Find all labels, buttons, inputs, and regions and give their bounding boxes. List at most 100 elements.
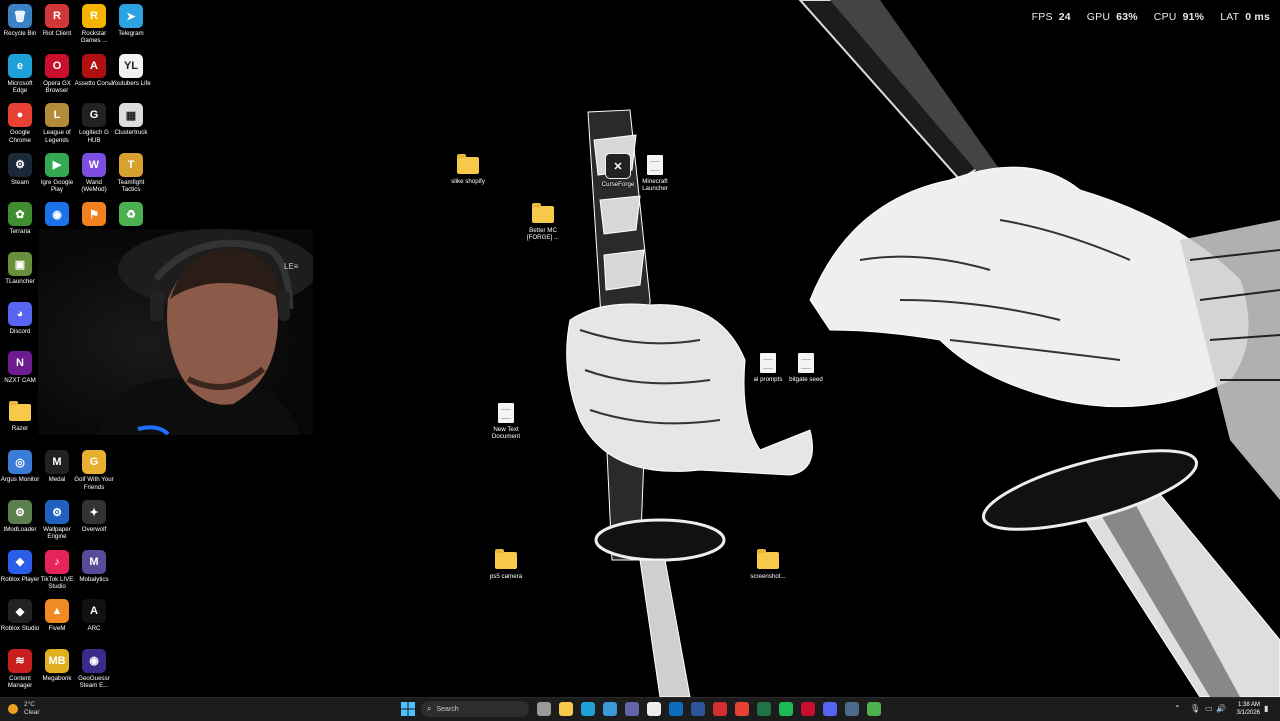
app-icon: ✦ (82, 500, 106, 524)
excel-icon[interactable] (757, 702, 771, 716)
icon-label: Assetto Corsa (74, 79, 114, 87)
steam-icon[interactable] (845, 702, 859, 716)
icon-label: ps5 camera (489, 573, 523, 580)
teams-icon[interactable] (625, 702, 639, 716)
app-icon: ◆ (8, 599, 32, 624)
icon-label: ARC (87, 625, 101, 633)
spotify-icon[interactable] (779, 702, 793, 716)
file-ai-prompts[interactable]: ai prompts (748, 351, 788, 383)
desktop-icon-tiktok-live-studio[interactable]: ♪ TikTok LIVE Studio (37, 549, 77, 591)
desktop-icon-geoguessr-steam-e[interactable]: ◉ GeoGuessr Steam E... (74, 648, 114, 690)
desktop-icon-roblox-player[interactable]: ◆ Roblox Player (0, 549, 40, 583)
icon-label: Microsoft Edge (7, 79, 33, 94)
app-icon: ⚙ (45, 500, 69, 524)
icon-label: Content Manager (7, 674, 33, 690)
folder-icon (495, 549, 517, 569)
microphone-icon[interactable]: 🎙 (1190, 704, 1200, 713)
desktop-icon-mobalytics[interactable]: M Mobalytics (74, 549, 114, 583)
icon-label: slike shopify (451, 178, 485, 185)
desktop-icon-argus-monitor[interactable]: ◎ Argus Monitor (0, 450, 40, 483)
desktop-icon-rockstar-games[interactable]: R Rockstar Games ... (74, 4, 114, 45)
desktop-icon-teamfight-tactics[interactable]: T Teamfight Tactics (111, 152, 151, 194)
acrobat-icon[interactable] (713, 702, 727, 716)
discord-icon[interactable] (823, 702, 837, 716)
store-icon[interactable] (603, 702, 617, 716)
desktop-icon-app-19[interactable]: ♻ (111, 202, 151, 228)
weather-widget[interactable]: 2°C Clear (8, 701, 40, 716)
desktop-icon-content-manager[interactable]: ≋ Content Manager (0, 648, 40, 690)
app-icon: ♪ (45, 549, 69, 574)
folder-screenshot[interactable]: screenshot... (748, 549, 788, 580)
desktop-icon-telegram[interactable]: ➤ Telegram (111, 4, 151, 37)
desktop-icon-megabonk[interactable]: MB Megabonk (37, 648, 77, 682)
desktop-icon-logitech-g-hub[interactable]: G Logitech G HUB (74, 103, 114, 144)
app-icon: G (82, 450, 106, 475)
edge-icon[interactable] (581, 702, 595, 716)
desktop-icon-tmodloader[interactable]: ⚙ tModLoader (0, 500, 40, 533)
desktop-icon-wallpaper-engine[interactable]: ⚙ Wallpaper Engine (37, 500, 77, 541)
desktop-icon-arc[interactable]: A ARC (74, 599, 114, 632)
desktop-icon-overwolf[interactable]: ✦ Overwolf (74, 500, 114, 533)
taskbar-clock[interactable]: 1:38 AM 3/1/2026 (1230, 701, 1260, 717)
desktop-icon-tlauncher[interactable]: ▣ TLauncher (0, 252, 40, 285)
word-icon[interactable] (691, 702, 705, 716)
desktop-icon-google-chrome[interactable]: ● Google Chrome (0, 103, 40, 144)
webcam-overlay: LE≡ (38, 229, 313, 435)
desktop-icon-league-of-legends[interactable]: L League of Legends (37, 103, 77, 144)
chevron-up-icon[interactable]: ⌃ (1174, 704, 1181, 713)
desktop-icon-microsoft-edge[interactable]: e Microsoft Edge (0, 53, 40, 95)
desktop-icon-opera-gx-browser[interactable]: O Opera GX Browser (37, 53, 77, 95)
desktop-icon-golf-with-your-friends[interactable]: G Golf With Your Friends (74, 450, 114, 491)
folder-icon (9, 400, 31, 421)
file-explorer-icon[interactable] (559, 702, 573, 716)
desktop-icon-wand-wemod[interactable]: W Wand (WeMod) (74, 152, 114, 194)
desktop-icon-steam[interactable]: ⚙ Steam (0, 152, 40, 186)
desktop-icon-igre-google-play[interactable]: ▶ Igre Google Play (37, 152, 77, 194)
desktop-icon-app-18[interactable]: ⚑ (74, 202, 114, 228)
desktop-icon-riot-client[interactable]: R Riot Client (37, 4, 77, 37)
app-icon: O (45, 53, 69, 78)
file-new-text-document[interactable]: New Text Document (486, 401, 526, 441)
desktop-icon-app-17[interactable]: ◉ (37, 202, 77, 228)
icon-label: Mobalytics (79, 575, 109, 583)
icon-label: tModLoader (3, 526, 37, 533)
app-icon: ◉ (45, 202, 69, 227)
start-button[interactable] (401, 702, 415, 716)
app-icon: ✿ (8, 202, 32, 227)
desktop-icon-recycle-bin[interactable]: 🗑 Recycle Bin (0, 4, 40, 37)
app-icon: M (45, 450, 69, 475)
taskbar-search[interactable]: ⌕ Search (421, 701, 529, 717)
desktop-icon-assetto-corsa[interactable]: A Assetto Corsa (74, 53, 114, 87)
folder-slike-shopify[interactable]: slike shopify (448, 154, 488, 185)
folder-better-mc[interactable]: Better MC [FORGE] ... (523, 203, 563, 242)
curseforge-shortcut[interactable]: ✕ CurseForge (598, 153, 638, 188)
network-icon[interactable]: ▭ (1205, 704, 1213, 713)
app-icon: ◎ (8, 450, 32, 475)
desktop-icon-fivem[interactable]: ▲ FiveM (37, 599, 77, 632)
desktop-icon-clustertruck[interactable]: ▦ Clustertruck (111, 103, 151, 136)
task-view-icon[interactable] (537, 702, 551, 716)
minecraft-launcher-shortcut[interactable]: Minecraft Launcher (635, 153, 675, 193)
amazon-icon[interactable] (647, 702, 661, 716)
folder-ps5-camera[interactable]: ps5 camera (486, 549, 526, 580)
volume-icon[interactable]: 🔊 (1216, 704, 1226, 713)
game-app-icon[interactable] (867, 702, 881, 716)
desktop-icon-nzxt-cam[interactable]: N NZXT CAM (0, 351, 40, 384)
icon-label: Riot Client (42, 30, 72, 37)
opera-gx-icon[interactable] (801, 702, 815, 716)
webcam-person: LE≡ (98, 229, 313, 435)
icon-label: Igre Google Play (40, 178, 74, 194)
icon-label: Telegram (118, 30, 144, 37)
desktop-icon-terraria[interactable]: ✿ Terraria (0, 202, 40, 235)
file-bitgate-seed[interactable]: bitgate seed (786, 351, 826, 383)
desktop-icon-discord[interactable]: ◕ Discord (0, 301, 40, 335)
desktop-icon-roblox-studio[interactable]: ◆ Roblox Studio (0, 599, 40, 632)
desktop-icon-razer[interactable]: Razer (0, 400, 40, 432)
notification-icon[interactable]: ▮ (1264, 704, 1268, 713)
outlook-icon[interactable] (669, 702, 683, 716)
desktop-icon-youtubers-life[interactable]: YL Youtubers Life (111, 53, 151, 87)
chrome-icon[interactable] (735, 702, 749, 716)
app-icon: ▲ (45, 599, 69, 624)
taskbar: 2°C Clear ⌕ Search ⌃ 🎙 ▭ 🔊 1:38 AM 3/1/2… (0, 697, 1280, 721)
desktop-icon-medal[interactable]: M Medal (37, 450, 77, 483)
